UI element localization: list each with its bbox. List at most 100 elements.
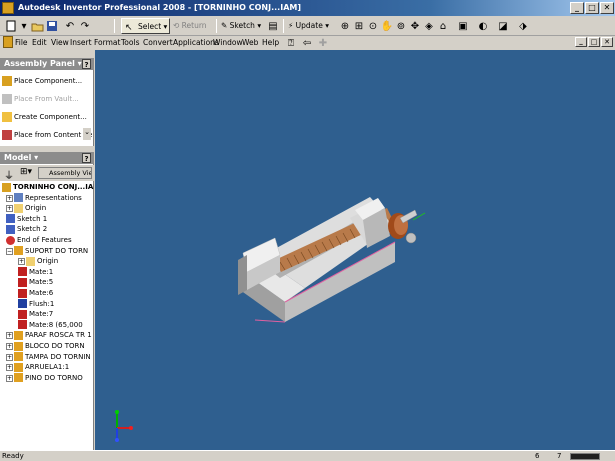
tree-item[interactable]: Mate:7 — [18, 309, 53, 320]
back-icon[interactable]: ⇦ — [300, 36, 314, 50]
tree-item[interactable]: + Representations — [6, 193, 82, 204]
tree-item[interactable]: TORNINHO CONJ...IAM — [2, 182, 94, 193]
pan-icon[interactable]: ✋ — [380, 19, 394, 33]
menu-bar: File Edit View Insert Format Tools Conve… — [0, 36, 615, 50]
tree-item[interactable]: + Origin — [6, 203, 46, 214]
tree-item[interactable]: Mate:5 — [18, 277, 53, 288]
tree-item-label: Mate:5 — [29, 278, 54, 287]
folder-icon — [26, 256, 35, 266]
menu-help[interactable]: Help — [262, 37, 279, 49]
help-icon[interactable]: ⍰ — [284, 36, 298, 50]
graphics-viewport[interactable] — [95, 50, 615, 450]
sketch-button[interactable]: ✎ Sketch ▾ — [221, 18, 261, 34]
display-mode-icon[interactable]: ▣ — [456, 19, 470, 33]
filter-icon[interactable]: ⏚ — [4, 167, 14, 182]
create-component-item[interactable]: Create Component... — [2, 110, 92, 124]
tree-item[interactable]: Mate:6 — [18, 288, 53, 299]
folder-icon — [14, 203, 23, 213]
menu-web[interactable]: Web — [242, 37, 258, 49]
assembly-panel-header[interactable]: Assembly Panel ▾ ? — [0, 58, 94, 70]
expand-toggle-icon[interactable]: + — [6, 205, 13, 213]
tree-item[interactable]: Mate:8 (65,000 — [18, 320, 83, 331]
expand-toggle-icon[interactable]: + — [18, 258, 25, 266]
status-indicator — [570, 453, 600, 460]
place-component-item[interactable]: Place Component... — [2, 74, 92, 88]
select-button[interactable]: ↖ Select ▾ — [121, 18, 171, 34]
new-dropdown-icon[interactable]: ▾ — [17, 19, 31, 33]
hierarchy-icon[interactable]: ⊞▾ — [20, 167, 32, 177]
tree-item[interactable]: Flush:1 — [18, 299, 54, 310]
look-at-icon[interactable]: ◈ — [422, 19, 436, 33]
tree-item[interactable]: − SUPORT DO TORN — [6, 246, 88, 257]
doc-restore-button[interactable]: □ — [588, 37, 600, 47]
redo-icon[interactable]: ↷ — [78, 19, 92, 33]
sketch-icon — [6, 214, 15, 224]
undo-icon[interactable]: ↶ — [63, 19, 77, 33]
title-bar: Autodesk Inventor Professional 2008 - [T… — [0, 0, 615, 16]
expand-toggle-icon[interactable]: + — [6, 332, 13, 340]
mate-icon — [18, 267, 27, 277]
menu-applications[interactable]: Applications — [173, 37, 219, 49]
doc-minimize-button[interactable]: _ — [575, 37, 587, 47]
menu-window[interactable]: Window — [213, 37, 243, 49]
ground-shadow-icon[interactable]: ⬗ — [516, 19, 530, 33]
expand-toggle-icon[interactable]: + — [6, 374, 13, 382]
camera-view-icon[interactable]: ◐ — [476, 19, 490, 33]
assembly-view-label: Assembly View — [49, 169, 91, 177]
sketch-options-icon[interactable]: ▤ — [266, 19, 280, 33]
tree-item[interactable]: + BLOCO DO TORN — [6, 341, 85, 352]
mate-icon — [18, 309, 27, 319]
return-button[interactable]: ⟲ Return — [173, 18, 207, 34]
assembly-view-dropdown[interactable]: Assembly View — [38, 167, 92, 179]
menu-file[interactable]: File — [15, 37, 28, 49]
part-icon — [14, 341, 23, 351]
menu-view[interactable]: View — [51, 37, 69, 49]
update-button[interactable]: ⚡ Update ▾ — [288, 18, 329, 34]
assembly-panel-help-button[interactable]: ? — [82, 59, 91, 69]
tree-item-label: SUPORT DO TORN — [25, 246, 89, 255]
expand-toggle-icon[interactable]: + — [6, 353, 13, 361]
menu-convert[interactable]: Convert — [143, 37, 173, 49]
expand-toggle-icon[interactable]: + — [6, 194, 13, 202]
menu-insert[interactable]: Insert — [70, 37, 92, 49]
add-icon[interactable]: ✚ — [316, 36, 330, 50]
tree-item[interactable]: + Origin — [18, 256, 58, 267]
scroll-down-icon[interactable]: ⌄ — [83, 128, 91, 140]
doc-close-button[interactable]: ✕ — [601, 37, 613, 47]
expand-toggle-icon[interactable]: − — [6, 247, 13, 255]
rotate-icon[interactable]: ✥ — [408, 19, 422, 33]
tree-item[interactable]: End of Features — [6, 235, 72, 246]
return-label: Return — [181, 21, 207, 30]
maximize-button[interactable]: □ — [585, 2, 599, 14]
menu-edit[interactable]: Edit — [32, 37, 47, 49]
tree-item[interactable]: + ARRUELA1:1 — [6, 362, 69, 373]
zoom-all-icon[interactable]: ⊕ — [338, 19, 352, 33]
zoom-selected-icon[interactable]: ⊚ — [394, 19, 408, 33]
tree-item[interactable]: + PARAF ROSCA TR 1 — [6, 330, 92, 341]
tree-item[interactable]: Sketch 1 — [6, 214, 47, 225]
tree-item-label: ARRUELA1:1 — [25, 363, 70, 372]
create-component-icon — [2, 112, 12, 122]
zoom-icon[interactable]: ⊙ — [366, 19, 380, 33]
section-view-icon[interactable]: ◪ — [496, 19, 510, 33]
menu-format[interactable]: Format — [94, 37, 120, 49]
place-from-content-center-item[interactable]: Place from Content Cen — [2, 128, 92, 142]
tree-item[interactable]: + TAMPA DO TORNIN — [6, 352, 91, 363]
expand-toggle-icon[interactable]: + — [6, 343, 13, 350]
zoom-window-icon[interactable]: ⊞ — [352, 19, 366, 33]
open-folder-icon[interactable] — [30, 19, 44, 33]
isometric-view-icon[interactable]: ⌂ — [436, 19, 450, 33]
tree-item[interactable]: Sketch 2 — [6, 224, 47, 235]
new-file-icon[interactable] — [4, 19, 18, 33]
close-button[interactable]: ✕ — [600, 2, 614, 14]
tree-item[interactable]: Mate:1 — [18, 267, 53, 278]
model-panel-help-button[interactable]: ? — [82, 153, 91, 163]
minimize-button[interactable]: _ — [570, 2, 584, 14]
tree-item-label: Origin — [37, 257, 59, 266]
save-icon[interactable] — [45, 19, 59, 33]
model-panel-header[interactable]: Model ▾ ? — [0, 152, 94, 164]
menu-tools[interactable]: Tools — [121, 37, 139, 49]
tree-item[interactable]: + PINO DO TORNO — [6, 373, 83, 384]
place-from-vault-item[interactable]: Place From Vault... — [2, 92, 92, 106]
expand-toggle-icon[interactable]: + — [6, 364, 13, 372]
